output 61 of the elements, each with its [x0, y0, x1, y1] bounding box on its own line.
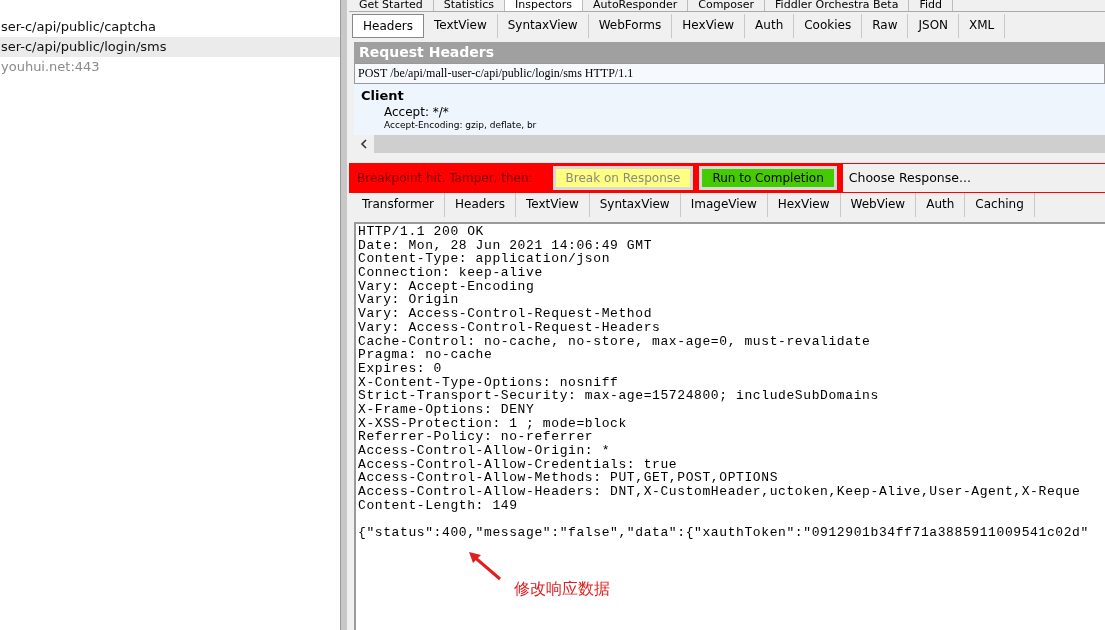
- breakpoint-button[interactable]: Run to Completion: [699, 166, 837, 190]
- response-line: Content-Type: application/json: [358, 251, 611, 267]
- response-tab[interactable]: TextView: [515, 193, 590, 217]
- response-line: X-Content-Type-Options: nosniff: [358, 374, 619, 390]
- session-row[interactable]: ser-c/api/public/login/sms: [0, 37, 340, 57]
- response-line: Access-Control-Allow-Credentials: true: [358, 456, 678, 472]
- annotation-text: 修改响应数据: [514, 579, 610, 600]
- request-tab[interactable]: TextView: [423, 14, 498, 38]
- response-line: Connection: keep-alive: [358, 265, 543, 281]
- response-tab[interactable]: WebView: [840, 193, 917, 217]
- response-tab[interactable]: Headers: [445, 193, 516, 217]
- horizontal-scrollbar[interactable]: [354, 135, 1105, 153]
- response-tab[interactable]: ImageView: [680, 193, 768, 217]
- response-line: {"status":400,"message":"false","data":{"xauthToken":"0912901b34ff71a3885911009541c02d": [358, 525, 1089, 541]
- request-tab[interactable]: XML: [959, 14, 1006, 38]
- response-line: Vary: Access-Control-Request-Method: [358, 306, 653, 322]
- response-line: Strict-Transport-Security: max-age=15724800; includeSubDomains: [358, 388, 879, 404]
- request-tab[interactable]: WebForms: [588, 14, 673, 38]
- request-tab[interactable]: Raw: [862, 14, 909, 38]
- header-item: Accept-Encoding: gzip, deflate, br: [383, 120, 538, 130]
- response-tab[interactable]: SyntaxView: [589, 193, 681, 217]
- response-text-area[interactable]: [354, 222, 1105, 630]
- panel-title: Request Headers: [354, 42, 1105, 63]
- response-tab[interactable]: Transformer: [352, 193, 445, 217]
- response-line: Referrer-Policy: no-referrer: [358, 429, 594, 445]
- annotation-arrow: [468, 551, 502, 581]
- breakpoint-message: Breakpoint hit. Tamper, then:: [357, 171, 533, 185]
- response-line: X-XSS-Protection: 1 ; mode=block: [358, 415, 627, 431]
- response-line: Expires: 0: [358, 360, 442, 376]
- response-line: Access-Control-Allow-Methods: PUT,GET,POST,OPTIONS: [358, 470, 779, 486]
- request-tab[interactable]: Cookies: [794, 14, 863, 38]
- inspector-tab[interactable]: Get Started: [349, 0, 434, 11]
- inspector-tab[interactable]: AutoResponder: [583, 0, 689, 11]
- choose-response-dropdown[interactable]: Choose Response...: [842, 164, 1105, 192]
- inspector-tab[interactable]: Fidd: [909, 0, 953, 11]
- response-line: Access-Control-Allow-Headers: DNT,X-CustomHeader,uctoken,Keep-Alive,User-Agent,X-Reque: [358, 484, 1081, 500]
- request-tab[interactable]: Headers: [352, 14, 424, 38]
- response-line: Pragma: no-cache: [358, 347, 493, 363]
- inspector-tab[interactable]: Fiddler Orchestra Beta: [765, 0, 910, 11]
- response-line: Vary: Accept-Encoding: [358, 278, 535, 294]
- request-tab[interactable]: Auth: [745, 14, 795, 38]
- session-row[interactable]: ser-c/api/public/captcha: [0, 17, 340, 37]
- response-line: Access-Control-Allow-Origin: *: [358, 443, 611, 458]
- request-tab[interactable]: SyntaxView: [497, 14, 589, 38]
- inspector-tab[interactable]: Inspectors: [505, 0, 584, 11]
- response-line: Vary: Access-Control-Request-Headers: [358, 319, 661, 335]
- response-line: X-Frame-Options: DENY: [358, 401, 535, 417]
- response-line: Content-Length: 149: [358, 497, 518, 513]
- response-line: HTTP/1.1 200 OK: [358, 224, 485, 239]
- header-item: Accept: */*: [383, 105, 450, 120]
- response-line: Vary: Origin: [358, 292, 459, 308]
- session-row[interactable]: youhui.net:443: [0, 57, 340, 77]
- request-tab[interactable]: JSON: [908, 14, 960, 38]
- response-line: Date: Mon, 28 Jun 2021 14:06:49 GMT: [358, 237, 653, 253]
- response-tab[interactable]: HexView: [767, 193, 841, 217]
- response-tab[interactable]: Auth: [916, 193, 966, 217]
- header-group: Client: [361, 87, 1105, 105]
- response-line: Cache-Control: no-cache, no-store, max-age=0, must-revalidate: [358, 333, 871, 349]
- request-tab[interactable]: HexView: [672, 14, 746, 38]
- inspector-tab[interactable]: Composer: [688, 0, 766, 11]
- response-tab[interactable]: Caching: [965, 193, 1035, 217]
